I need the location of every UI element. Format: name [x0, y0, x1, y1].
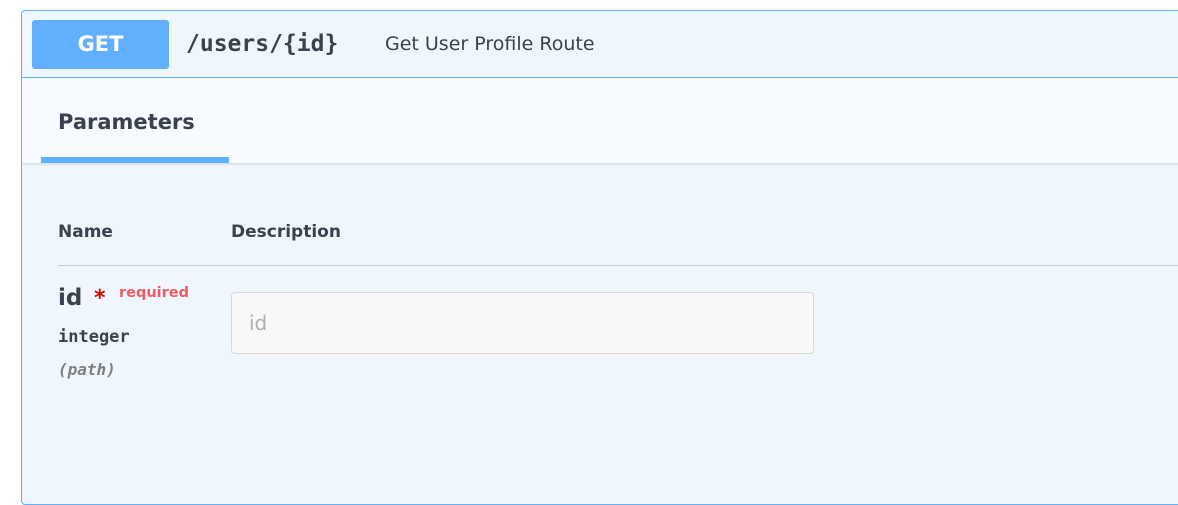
parameter-id-input[interactable]: [231, 292, 814, 354]
required-label: required: [119, 285, 190, 301]
operation-summary-bar[interactable]: GET /users/{id} Get User Profile Route: [22, 11, 1178, 78]
table-header-divider: [58, 265, 1178, 266]
operation-summary-text: Get User Profile Route: [385, 33, 595, 55]
operation-path: /users/{id}: [186, 31, 339, 57]
required-asterisk: *: [94, 286, 106, 311]
parameter-name: id: [58, 285, 83, 311]
tab-parameters[interactable]: Parameters: [41, 78, 229, 163]
parameter-location: (path): [58, 360, 116, 379]
column-header-description: Description: [231, 222, 341, 242]
active-tab-indicator: [41, 157, 229, 163]
parameter-type: integer: [58, 327, 130, 347]
http-method-badge[interactable]: GET: [32, 20, 169, 69]
tab-parameters-label: Parameters: [58, 110, 195, 134]
operation-block-get-users-id: GET /users/{id} Get User Profile Route P…: [21, 10, 1178, 505]
column-header-name: Name: [58, 222, 113, 242]
parameters-section-header: Parameters: [22, 78, 1178, 164]
